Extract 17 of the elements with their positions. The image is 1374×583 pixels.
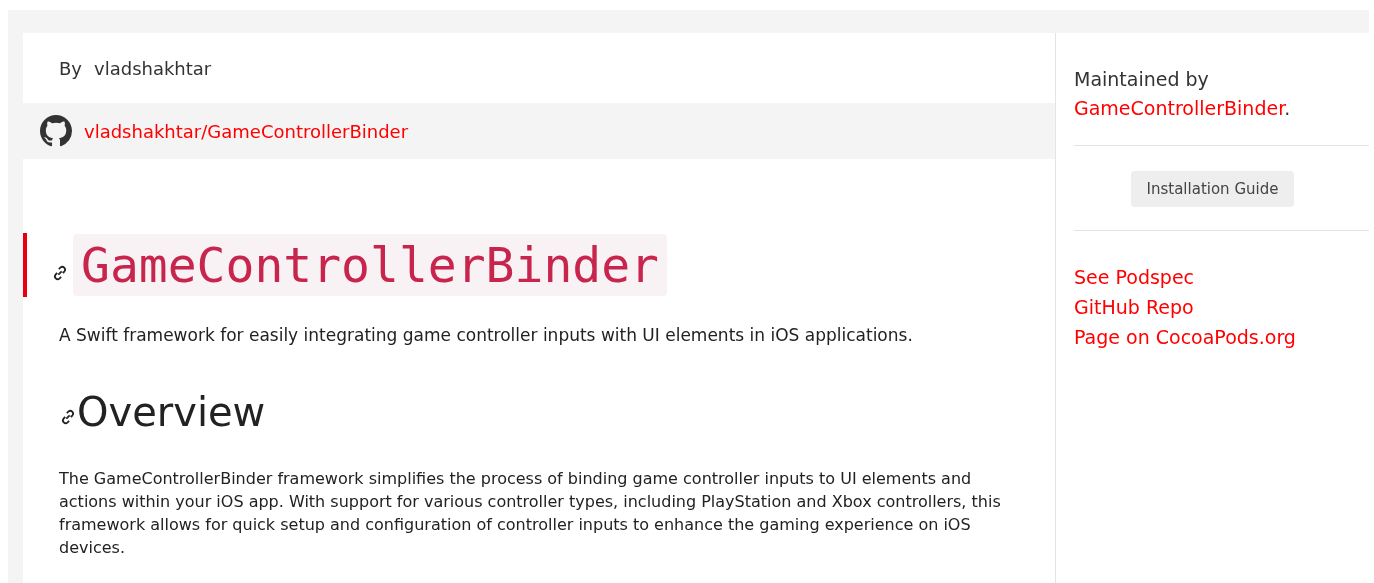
maintainer-text: Maintained by GameControllerBinder. — [1074, 67, 1292, 121]
link-icon[interactable] — [59, 408, 77, 426]
maintainer-link[interactable]: GameControllerBinder — [1074, 97, 1285, 119]
sidebar-link[interactable]: Page on CocoaPods.org — [1074, 322, 1296, 352]
link-icon[interactable] — [51, 264, 69, 282]
author-label: By — [59, 57, 82, 79]
description-text: A Swift framework for easily integrating game controller inputs with UI elements in iOS applications. — [59, 325, 914, 345]
sidebar-link[interactable]: See Podspec — [1074, 262, 1195, 292]
sidebar-link[interactable]: GitHub Repo — [1074, 292, 1194, 322]
accent-bar — [23, 233, 27, 297]
github-icon — [40, 115, 72, 147]
page-title: GameControllerBinder — [73, 234, 667, 296]
repo-link[interactable]: vladshakhtar/GameControllerBinder — [84, 120, 409, 142]
installation-guide-button[interactable]: Installation Guide — [1130, 171, 1295, 207]
author-name: vladshakhtar — [94, 57, 212, 79]
section-heading: Overview — [77, 389, 266, 435]
section-paragraph: The GameControllerBinder framework simplifies the process of binding game controller inputs to UI elements and actions within your iOS app. With support for various controller types, including PlayStation and Xbox controllers, this framework allows for quick setup and configuration of controller inputs to enhance the gaming experience on iOS devices. — [59, 468, 1002, 559]
